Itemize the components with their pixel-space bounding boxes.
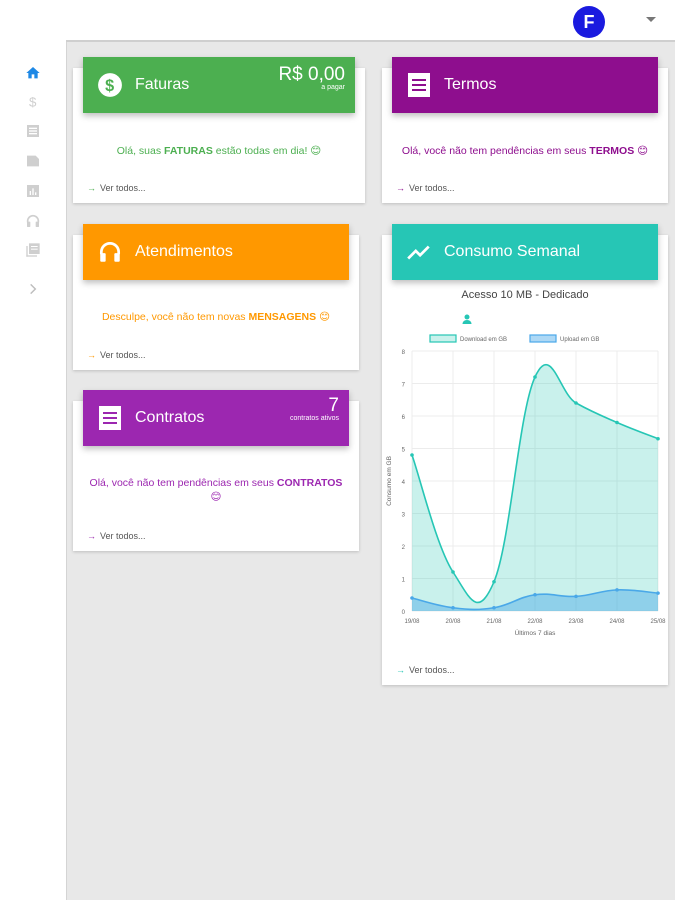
x-tick-label: 19/08 — [404, 619, 420, 625]
data-point — [492, 579, 496, 584]
termos-message: Olá, você não tem pendências em seus TER… — [401, 145, 649, 157]
faturas-card: $ Faturas R$ 0,00 a pagar Olá, suas FATU… — [73, 57, 365, 203]
document-icon — [97, 405, 123, 431]
termos-title: Termos — [444, 76, 497, 93]
y-tick-label: 8 — [402, 350, 406, 356]
faturas-amount: R$ 0,00 a pagar — [278, 64, 345, 91]
legend-swatch — [429, 334, 457, 343]
x-tick-label: 20/08 — [445, 619, 461, 625]
consumo-chart: 0 1 2 3 4 5 6 7 8 19/08 20/08 21/08 22/08 23/08 24/08 2… — [386, 334, 666, 637]
atendimentos-header[interactable]: Atendimentos — [83, 224, 349, 280]
y-tick-label: 4 — [402, 480, 406, 486]
y-tick-label: 5 — [402, 448, 406, 454]
y-tick-label: 1 — [402, 578, 406, 584]
atendimentos-message: Desculpe, você não tem novas MENSAGENS 😊 — [101, 311, 331, 323]
dollar-circle-icon: $ — [97, 72, 123, 98]
data-point — [656, 436, 660, 441]
contratos-header[interactable]: Contratos 7 contratos ativos — [83, 390, 349, 446]
arrow-right-icon: → — [87, 183, 96, 193]
arrow-right-icon: → — [87, 531, 96, 541]
top-bar: F — [0, 0, 675, 42]
x-tick-label: 23/08 — [568, 619, 584, 625]
consumo-card: Consumo Semanal Acesso 10 MB - Dedicado … — [382, 224, 668, 685]
consumo-header[interactable]: Consumo Semanal — [392, 224, 658, 280]
data-point — [574, 594, 578, 599]
chart-title: Acesso 10 MB - Dedicado — [461, 289, 589, 301]
series-area — [412, 364, 658, 611]
data-point — [410, 453, 414, 457]
arrow-right-icon: → — [87, 350, 96, 360]
trending-up-icon — [406, 239, 432, 265]
avatar[interactable]: F — [573, 6, 605, 38]
y-tick-label: 7 — [402, 383, 406, 389]
consumo-link[interactable]: → Ver todos... — [396, 665, 455, 675]
x-axis-label: Últimos 7 dias — [515, 628, 557, 637]
atendimentos-link[interactable]: → Ver todos... — [87, 350, 146, 360]
termos-link[interactable]: → Ver todos... — [396, 183, 455, 193]
atendimentos-title: Atendimentos — [135, 243, 233, 260]
dollar-icon[interactable]: $ — [24, 93, 42, 111]
arrow-right-icon: → — [396, 183, 405, 193]
data-point — [533, 592, 537, 597]
y-tick-label: 3 — [402, 513, 406, 519]
termos-card: Termos Olá, você não tem pendências em s… — [382, 57, 668, 203]
contratos-count: 7 contratos ativos — [289, 395, 339, 422]
sidebar: $ — [0, 40, 66, 900]
svg-text:$: $ — [105, 77, 114, 95]
x-tick-label: 21/08 — [486, 619, 502, 625]
home-icon[interactable] — [24, 64, 42, 82]
library-icon[interactable] — [24, 241, 42, 259]
y-tick-label: 6 — [402, 415, 406, 421]
faturas-link[interactable]: → Ver todos... — [87, 183, 146, 193]
termos-header[interactable]: Termos — [392, 57, 658, 113]
y-axis-label: Consumo em GB — [386, 456, 393, 506]
headset-icon — [97, 239, 123, 265]
data-point — [574, 401, 578, 405]
data-point — [615, 420, 619, 425]
y-tick-label: 0 — [402, 610, 406, 616]
faturas-message: Olá, suas FATURAS estão todas em dia! 😊 — [116, 145, 322, 157]
file-icon[interactable] — [24, 152, 42, 170]
contratos-message: Olá, você não tem pendências em seus CON… — [89, 477, 343, 503]
data-point — [451, 570, 455, 574]
faturas-title: Faturas — [135, 76, 190, 93]
legend-label: Upload em GB — [560, 337, 599, 343]
x-tick-label: 22/08 — [527, 619, 543, 625]
headset-icon[interactable] — [24, 212, 42, 230]
contratos-card: Contratos 7 contratos ativos Olá, você n… — [73, 390, 359, 551]
x-tick-label: 24/08 — [609, 619, 625, 625]
data-point — [451, 605, 455, 610]
data-point — [656, 591, 660, 595]
faturas-header[interactable]: $ Faturas R$ 0,00 a pagar — [83, 57, 355, 113]
x-tick-label: 25/08 — [650, 619, 666, 625]
data-point — [492, 605, 496, 610]
data-point — [410, 596, 414, 600]
atendimentos-card: Atendimentos Desculpe, você não tem nova… — [73, 224, 359, 370]
y-tick-label: 2 — [402, 545, 406, 551]
svg-text:$: $ — [29, 95, 37, 110]
document-icon[interactable] — [24, 122, 42, 140]
contratos-title: Contratos — [135, 409, 205, 426]
document-icon — [406, 72, 432, 98]
chevron-down-icon[interactable] — [646, 17, 656, 22]
contratos-link[interactable]: → Ver todos... — [87, 531, 146, 541]
legend-swatch — [529, 334, 557, 343]
data-point — [615, 588, 619, 592]
arrow-right-icon: → — [396, 665, 405, 675]
consumo-title: Consumo Semanal — [444, 243, 581, 260]
bar-chart-icon[interactable] — [24, 182, 42, 200]
data-point — [533, 375, 537, 379]
chevron-right-icon[interactable] — [24, 280, 42, 298]
legend-label: Download em GB — [460, 337, 507, 343]
